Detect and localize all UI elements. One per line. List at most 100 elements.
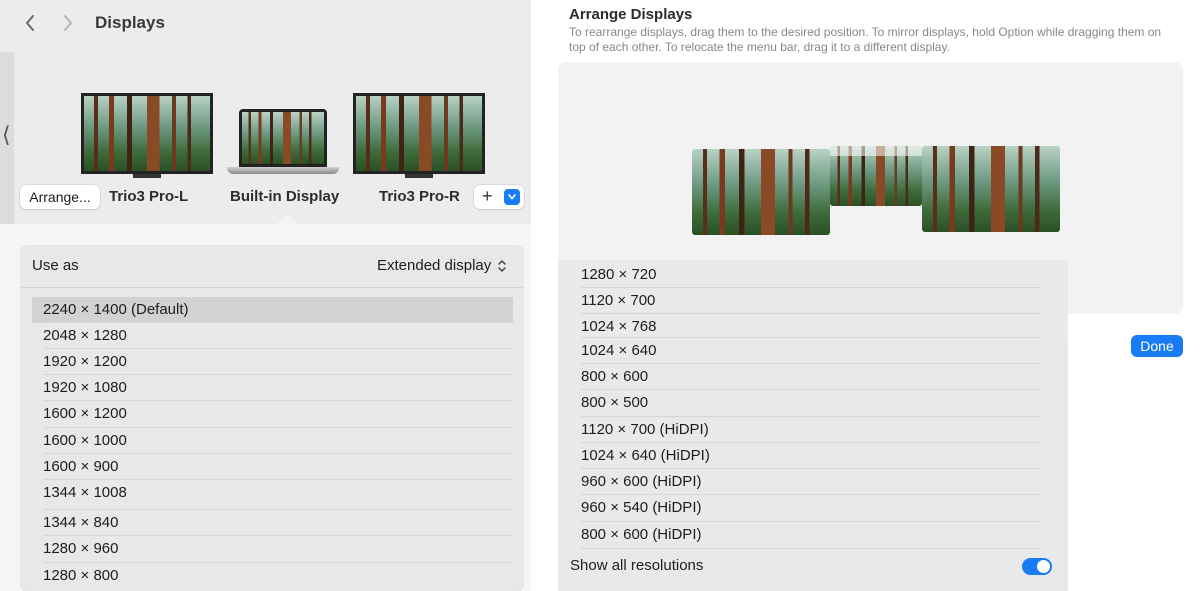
resolution-label: 1600 × 1000 <box>43 432 127 449</box>
wallpaper-image <box>84 96 210 171</box>
menu-bar-indicator[interactable] <box>830 146 922 156</box>
resolution-option[interactable]: 1344 × 1008 <box>32 480 513 506</box>
resolution-label: 800 × 600 <box>581 368 649 385</box>
row-divider <box>43 374 513 375</box>
wallpaper-image <box>922 146 1060 232</box>
resolution-option[interactable]: 2048 × 1280 <box>32 323 513 349</box>
show-all-resolutions-label: Show all resolutions <box>570 557 704 574</box>
monitor-stand <box>133 174 161 178</box>
row-divider <box>43 322 513 323</box>
resolution-option[interactable]: 800 × 600 (HiDPI) <box>570 522 1060 548</box>
resolution-option[interactable]: 1120 × 700 (HiDPI) <box>570 417 1060 443</box>
chevron-right-icon <box>64 15 73 31</box>
wallpaper-image <box>692 149 830 235</box>
wallpaper-image <box>356 96 482 171</box>
resolution-option[interactable]: 800 × 500 <box>570 390 1060 416</box>
forward-button[interactable] <box>57 10 79 36</box>
resolution-option[interactable]: 960 × 540 (HiDPI) <box>570 495 1060 521</box>
resolution-label: 800 × 600 (HiDPI) <box>581 526 702 543</box>
resolution-option[interactable]: 960 × 600 (HiDPI) <box>570 469 1060 495</box>
row-divider <box>43 509 513 510</box>
use-as-label: Use as <box>32 257 79 274</box>
display-label-trio3-pro-r[interactable]: Trio3 Pro-R <box>379 188 460 205</box>
resolution-option[interactable]: 1120 × 700 <box>570 288 1060 314</box>
done-button[interactable]: Done <box>1131 335 1183 357</box>
resolution-option[interactable]: 1280 × 720 <box>570 262 1060 288</box>
row-divider <box>581 313 1041 314</box>
resolution-label: 1280 × 960 <box>43 540 119 557</box>
displays-settings-panel: Displays ⟨ Arrange... Trio3 Pro-L Built-… <box>0 0 531 591</box>
resolution-label: 1024 × 768 <box>581 318 657 335</box>
arrange-display-trio3-pro-l[interactable] <box>692 149 830 235</box>
row-divider <box>581 363 1041 364</box>
resolution-option[interactable]: 1024 × 640 (HiDPI) <box>570 443 1060 469</box>
resolution-label: 800 × 500 <box>581 394 649 411</box>
resolution-option[interactable]: 1280 × 800 <box>32 563 513 589</box>
add-display-button[interactable]: + <box>474 185 524 209</box>
display-built-in[interactable] <box>239 109 327 167</box>
arrange-button[interactable]: Arrange... <box>20 185 100 209</box>
row-divider <box>581 389 1041 390</box>
arrange-display-trio3-pro-r[interactable] <box>922 146 1060 232</box>
resolution-label: 1344 × 1008 <box>43 484 127 501</box>
scroll-left-icon[interactable]: ⟨ <box>2 123 11 148</box>
arrange-title: Arrange Displays <box>569 6 693 23</box>
resolution-option[interactable]: 1024 × 640 <box>570 338 1060 364</box>
row-divider <box>581 442 1041 443</box>
resolution-option[interactable]: 1600 × 900 <box>32 454 513 480</box>
arrange-description: To rearrange displays, drag them to the … <box>569 25 1162 54</box>
wallpaper-image <box>242 112 324 164</box>
resolution-label: 1120 × 700 (HiDPI) <box>581 421 709 438</box>
resolution-label: 1920 × 1080 <box>43 379 127 396</box>
page-title: Displays <box>95 13 165 32</box>
resolution-option[interactable]: 1600 × 1200 <box>32 401 513 427</box>
row-divider <box>43 562 513 563</box>
chevron-left-icon <box>25 15 34 31</box>
resolution-option[interactable]: 2240 × 1400 (Default) <box>32 297 513 323</box>
up-down-chevron-icon[interactable] <box>496 257 508 275</box>
resolution-option[interactable]: 800 × 600 <box>570 364 1060 390</box>
use-as-select[interactable]: Extended display <box>377 257 491 274</box>
chevron-down-icon[interactable] <box>504 189 520 205</box>
resolution-label: 1280 × 720 <box>581 266 657 283</box>
row-divider <box>581 521 1041 522</box>
resolution-label: 1280 × 800 <box>43 567 119 584</box>
resolution-option[interactable]: 1280 × 960 <box>32 536 513 562</box>
selection-pointer <box>277 214 297 224</box>
row-divider <box>581 337 1041 338</box>
resolution-label: 1024 × 640 (HiDPI) <box>581 447 710 464</box>
row-divider <box>43 427 513 428</box>
toolbar <box>0 0 531 50</box>
resolution-label: 960 × 600 (HiDPI) <box>581 473 702 490</box>
resolution-label: 1024 × 640 <box>581 342 657 359</box>
row-divider <box>581 416 1041 417</box>
display-label-built-in[interactable]: Built-in Display <box>230 188 339 205</box>
row-divider <box>43 479 513 480</box>
display-trio3-pro-r[interactable] <box>353 93 485 174</box>
row-divider <box>43 400 513 401</box>
resolution-option[interactable]: 1600 × 1000 <box>32 428 513 454</box>
display-label-trio3-pro-l[interactable]: Trio3 Pro-L <box>109 188 188 205</box>
resolution-label: 1600 × 1200 <box>43 405 127 422</box>
back-button[interactable] <box>19 10 41 36</box>
resolution-label: 1120 × 700 <box>581 292 656 309</box>
row-divider <box>581 468 1041 469</box>
resolution-option[interactable]: 1920 × 1080 <box>32 375 513 401</box>
resolution-label: 1344 × 840 <box>43 514 119 531</box>
display-trio3-pro-l[interactable] <box>81 93 213 174</box>
resolution-label: 2048 × 1280 <box>43 327 127 344</box>
row-divider <box>43 535 513 536</box>
arrange-display-built-in[interactable] <box>830 146 922 206</box>
laptop-base <box>227 167 339 174</box>
show-all-resolutions-toggle[interactable] <box>1022 558 1052 575</box>
row-divider <box>581 548 1041 549</box>
resolution-label: 2240 × 1400 (Default) <box>43 301 189 318</box>
row-divider <box>581 287 1041 288</box>
resolution-option[interactable]: 1344 × 840 <box>32 510 513 536</box>
row-divider <box>43 453 513 454</box>
resolution-option[interactable]: 1920 × 1200 <box>32 349 513 375</box>
row-divider <box>43 348 513 349</box>
monitor-stand <box>405 174 433 178</box>
resolution-label: 960 × 540 (HiDPI) <box>581 499 702 516</box>
resolution-label: 1600 × 900 <box>43 458 119 475</box>
